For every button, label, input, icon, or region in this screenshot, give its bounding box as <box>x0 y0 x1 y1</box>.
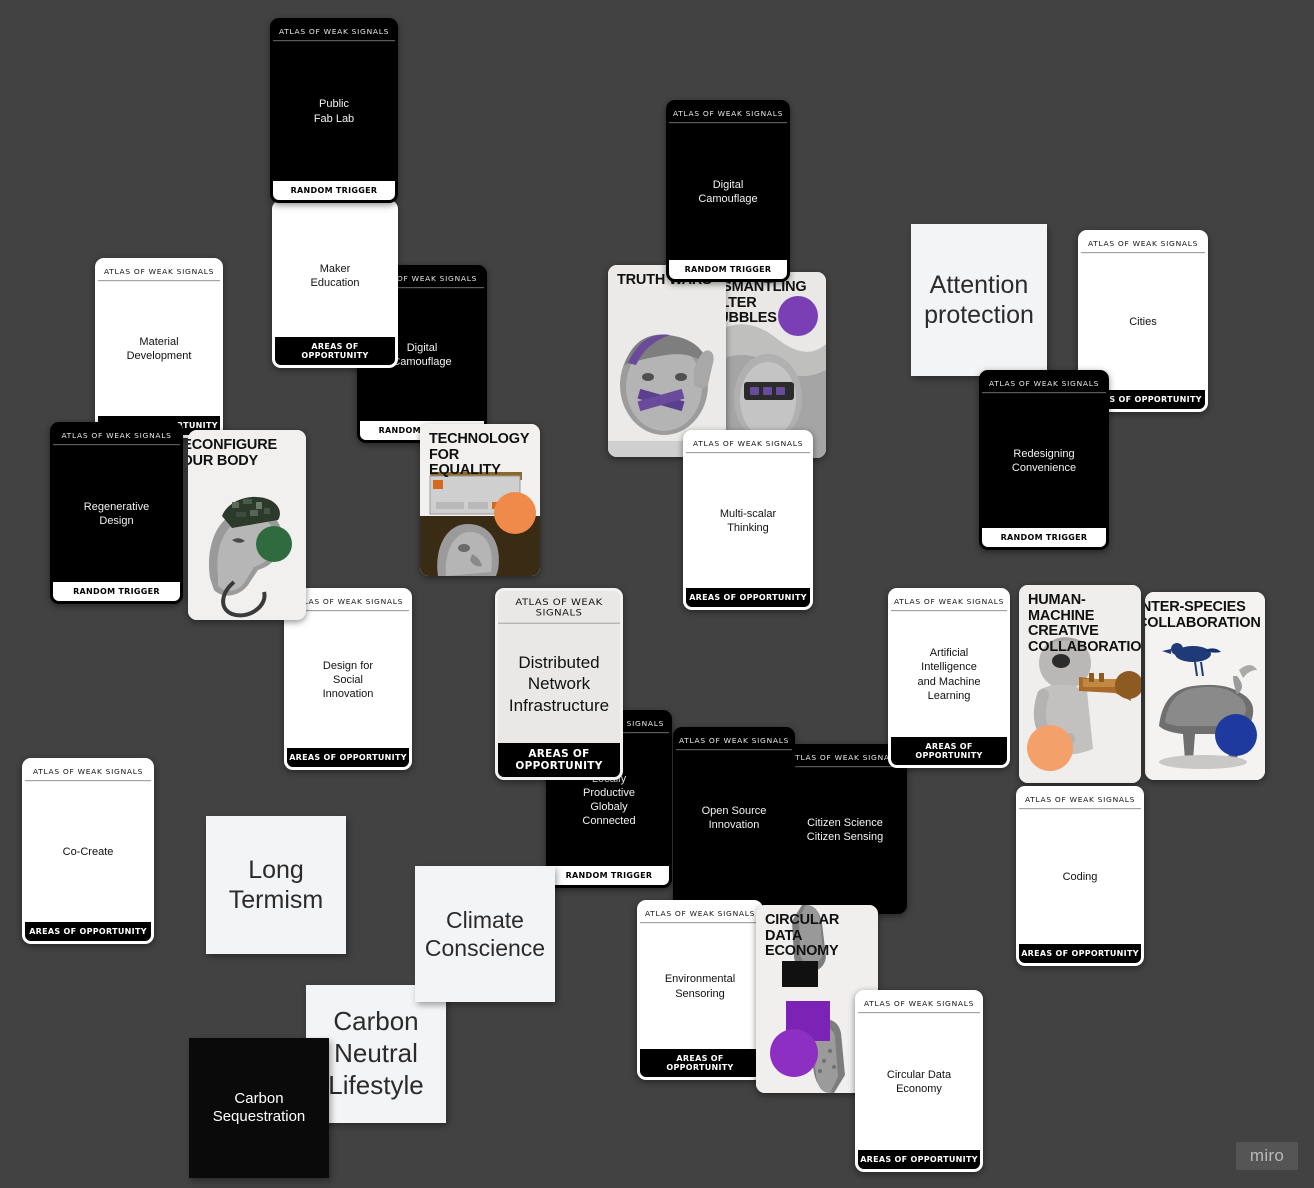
card-footer-label: AREAS OF OPPORTUNITY <box>1019 944 1141 963</box>
poster-title: RECONFIGURE YOUR BODY <box>188 437 277 469</box>
card-footer-label: AREAS OF OPPORTUNITY <box>275 337 395 365</box>
card-header-label: ATLAS OF WEAK SIGNALS <box>273 21 395 42</box>
card-title: Coding <box>1019 810 1141 944</box>
card-title: Open Source Innovation <box>676 751 792 885</box>
card-header-label: ATLAS OF WEAK SIGNALS <box>858 993 980 1014</box>
poster-title: DISMANTLING FILTER BUBBLES <box>716 279 807 327</box>
orange-circular-stamp <box>494 492 536 534</box>
card-coding[interactable]: ATLAS OF WEAK SIGNALS Coding AREAS OF OP… <box>1016 786 1144 966</box>
card-title: Co-Create <box>25 782 151 922</box>
card-title: Regenerative Design <box>53 446 180 582</box>
sticky-long-termism[interactable]: Long Termism <box>206 816 346 954</box>
card-footer-label: RANDOM TRIGGER <box>549 866 669 885</box>
poster-artwork-politician-tape <box>608 265 726 457</box>
card-citizen-science-citizen-sensing[interactable]: ATLAS OF WEAK SIGNALS Citizen Science Ci… <box>783 744 907 914</box>
card-public-fab-lab[interactable]: ATLAS OF WEAK SIGNALS Public Fab Lab RAN… <box>270 18 398 203</box>
card-footer-label: AREAS OF OPPORTUNITY <box>498 743 620 777</box>
card-title: Material Development <box>98 282 220 416</box>
poster-truth-wars[interactable]: TRUTH WARS <box>608 265 726 457</box>
blue-circular-stamp <box>1215 714 1257 756</box>
poster-title: HUMAN-MACHINE CREATIVE COLLABORATIONS <box>1028 592 1141 655</box>
card-co-create[interactable]: ATLAS OF WEAK SIGNALS Co-Create AREAS OF… <box>22 758 154 944</box>
card-footer-label: AREAS OF OPPORTUNITY <box>891 737 1007 765</box>
card-title: Environmental Sensoring <box>640 924 760 1049</box>
card-footer-label: AREAS OF OPPORTUNITY <box>686 588 810 607</box>
poster-title: INTER-SPECIES COLLABORATION <box>1145 599 1261 631</box>
card-title: Design for Social Innovation <box>287 612 409 748</box>
card-material-development[interactable]: ATLAS OF WEAK SIGNALS Material Developme… <box>95 258 223 438</box>
card-footer-label: RANDOM TRIGGER <box>982 528 1106 547</box>
poster-technology-for-equality[interactable]: TECHNOLOGY FOR EQUALITY <box>420 424 540 576</box>
card-title: Public Fab Lab <box>273 42 395 181</box>
card-artificial-intelligence-machine-learning[interactable]: ATLAS OF WEAK SIGNALS Artificial Intelli… <box>888 588 1010 768</box>
sticky-text: Climate Conscience <box>424 906 546 961</box>
card-header-label: ATLAS OF WEAK SIGNALS <box>669 103 787 124</box>
sticky-text: Carbon Sequestration <box>212 1089 306 1125</box>
card-multi-scalar-thinking[interactable]: ATLAS OF WEAK SIGNALS Multi-scalar Think… <box>683 430 813 610</box>
card-header-label: ATLAS OF WEAK SIGNALS <box>25 761 151 782</box>
card-title: Digital Camouflage <box>669 124 787 260</box>
orange-circular-stamp <box>1027 725 1073 771</box>
card-footer-label: AREAS OF OPPORTUNITY <box>25 922 151 941</box>
card-title: Multi-scalar Thinking <box>686 454 810 588</box>
card-maker-education[interactable]: ATLAS OF WEAK SIGNALS Maker Education AR… <box>272 200 398 368</box>
poster-human-machine-creative-collaborations[interactable]: HUMAN-MACHINE CREATIVE COLLABORATIONS <box>1019 585 1141 783</box>
card-footer-label: RANDOM TRIGGER <box>53 582 180 601</box>
poster-reconfigure-your-body[interactable]: RECONFIGURE YOUR BODY <box>188 430 306 620</box>
card-title: Distributed Network Infrastructure <box>498 625 620 743</box>
sticky-text: Carbon Neutral Lifestyle <box>328 1006 424 1100</box>
card-footer-label: AREAS OF OPPORTUNITY <box>287 748 409 767</box>
sticky-attention-protection[interactable]: Attention protection <box>911 224 1047 376</box>
card-header-label: ATLAS OF WEAK SIGNALS <box>1019 789 1141 810</box>
sticky-text: Long Termism <box>228 855 324 915</box>
card-header-label: ATLAS OF WEAK SIGNALS <box>786 747 904 768</box>
card-header-label: ATLAS OF WEAK SIGNALS <box>1081 233 1205 254</box>
card-header-label: ATLAS OF WEAK SIGNALS <box>640 903 760 924</box>
card-title: Redesigning Convenience <box>982 394 1106 528</box>
card-header-label: ATLAS OF WEAK SIGNALS <box>686 433 810 454</box>
poster-inter-species-collaboration[interactable]: INTER-SPECIES COLLABORATION <box>1145 592 1265 780</box>
card-footer-label: AREAS OF OPPORTUNITY <box>858 1150 980 1169</box>
card-title: Citizen Science Citizen Sensing <box>786 768 904 892</box>
purple-circular-stamp <box>770 1029 818 1077</box>
card-footer-label: RANDOM TRIGGER <box>669 260 787 279</box>
miro-watermark: miro <box>1236 1142 1298 1170</box>
sticky-climate-conscience[interactable]: Climate Conscience <box>415 866 555 1002</box>
sticky-text: Attention protection <box>924 270 1034 330</box>
card-redesigning-convenience[interactable]: ATLAS OF WEAK SIGNALS Redesigning Conven… <box>979 370 1109 550</box>
card-footer-label: RANDOM TRIGGER <box>273 181 395 200</box>
miro-logo-text: miro <box>1249 1146 1285 1165</box>
miro-board-canvas[interactable]: ATLAS OF WEAK SIGNALS Public Fab Lab RAN… <box>0 0 1314 1188</box>
card-title: Artificial Intelligence and Machine Lear… <box>891 612 1007 737</box>
card-title: Maker Education <box>275 215 395 337</box>
card-circular-data-economy[interactable]: ATLAS OF WEAK SIGNALS Circular Data Econ… <box>855 990 983 1172</box>
card-header-label: ATLAS OF WEAK SIGNALS <box>53 425 180 446</box>
card-footer-label: AREAS OF OPPORTUNITY <box>640 1049 760 1077</box>
card-title: Circular Data Economy <box>858 1014 980 1150</box>
sticky-carbon-sequestration[interactable]: Carbon Sequestration <box>189 1038 329 1178</box>
card-header-label: ATLAS OF WEAK SIGNALS <box>498 592 620 624</box>
poster-title: TECHNOLOGY FOR EQUALITY <box>429 431 530 479</box>
card-open-source-innovation[interactable]: ATLAS OF WEAK SIGNALS Open Source Innova… <box>673 727 795 907</box>
card-header-label: ATLAS OF WEAK SIGNALS <box>676 730 792 751</box>
card-header-label: ATLAS OF WEAK SIGNALS <box>982 373 1106 394</box>
card-header-label: ATLAS OF WEAK SIGNALS <box>891 591 1007 612</box>
poster-title: CIRCULAR DATA ECONOMY <box>765 912 840 960</box>
green-circular-stamp <box>256 526 292 562</box>
card-regenerative-design[interactable]: ATLAS OF WEAK SIGNALS Regenerative Desig… <box>50 422 183 604</box>
card-environmental-sensoring[interactable]: ATLAS OF WEAK SIGNALS Environmental Sens… <box>637 900 763 1080</box>
card-digital-camouflage-top[interactable]: ATLAS OF WEAK SIGNALS Digital Camouflage… <box>666 100 790 282</box>
card-distributed-network-infrastructure[interactable]: ATLAS OF WEAK SIGNALS Distributed Networ… <box>495 588 623 780</box>
card-header-label: ATLAS OF WEAK SIGNALS <box>98 261 220 282</box>
